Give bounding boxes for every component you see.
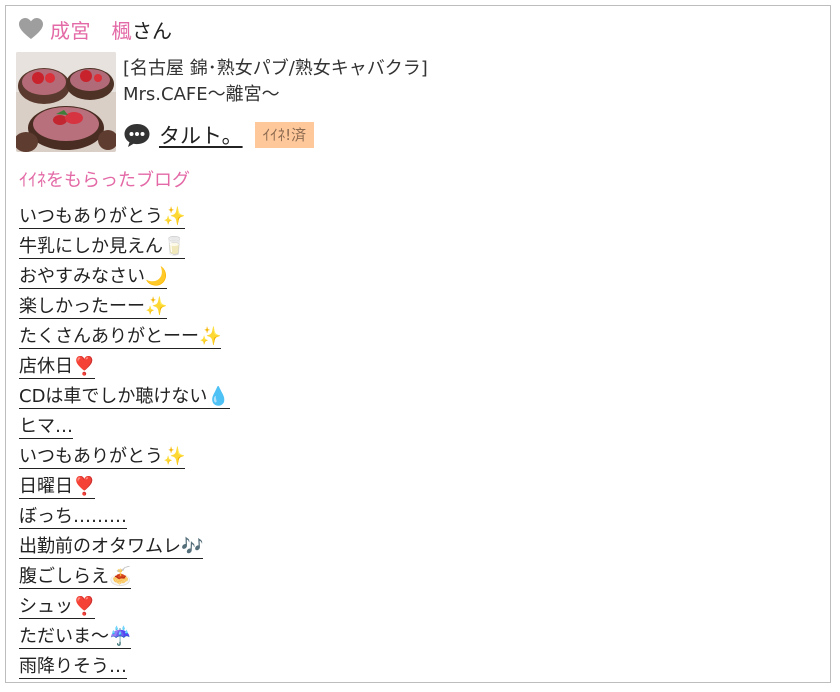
blog-link[interactable]: いつもありがとう✨	[19, 446, 186, 469]
list-item: 日曜日❣️	[19, 472, 230, 502]
list-item: 腹ごしらえ🍝	[19, 562, 230, 592]
blog-link[interactable]: いつもありがとう✨	[19, 206, 186, 229]
blog-link[interactable]: 日曜日❣️	[19, 476, 96, 499]
blog-link[interactable]: ただいま〜☔️	[19, 626, 132, 649]
list-item: 牛乳にしか見えん🥛	[19, 232, 230, 262]
blog-link[interactable]: たくさんありがとーー✨	[19, 326, 222, 349]
list-item: 雨降りそう…	[19, 652, 230, 682]
blog-list: いつもありがとう✨ 牛乳にしか見えん🥛 おやすみなさい🌙 楽しかったーー✨ たく…	[19, 202, 230, 682]
list-item: ぼっち………	[19, 502, 230, 532]
user-honorific: さん	[132, 18, 172, 43]
blog-link[interactable]: おやすみなさい🌙	[19, 266, 168, 289]
blog-link[interactable]: 腹ごしらえ🍝	[19, 566, 132, 589]
blog-link[interactable]: CDは車でしか聴けない💧	[19, 386, 230, 409]
blog-link[interactable]: ぼっち………	[19, 506, 127, 529]
like-card: 成宮 楓 さん [名古屋 錦･熟女パブ/熟女キャバクラ] Mrs.CAFE〜離宮…	[5, 5, 831, 683]
list-item: CDは車でしか聴けない💧	[19, 382, 230, 412]
liker-row: タルト。 ｲｲﾈ!済	[123, 120, 315, 150]
blog-link[interactable]: 雨降りそう…	[19, 656, 127, 679]
blog-link[interactable]: 出勤前のオタワムレ🎶	[19, 536, 204, 559]
list-item: いつもありがとう✨	[19, 442, 230, 472]
speech-bubble-icon	[124, 124, 150, 147]
blog-link[interactable]: ヒマ…	[19, 416, 73, 439]
list-item: ヒマ…	[19, 412, 230, 442]
blog-link[interactable]: 店休日❣️	[19, 356, 96, 379]
list-item: シュッ❣️	[19, 592, 230, 622]
shop-name[interactable]: Mrs.CAFE〜離宮〜	[123, 82, 428, 108]
user-header: 成宮 楓 さん	[18, 14, 172, 44]
list-item: たくさんありがとーー✨	[19, 322, 230, 352]
blog-link[interactable]: シュッ❣️	[19, 596, 96, 619]
shop-category: [名古屋 錦･熟女パブ/熟女キャバクラ]	[123, 58, 428, 79]
list-item: ただいま〜☔️	[19, 622, 230, 652]
blog-link[interactable]: 牛乳にしか見えん🥛	[19, 236, 186, 259]
liked-badge: ｲｲﾈ!済	[254, 122, 315, 148]
list-item: いつもありがとう✨	[19, 202, 230, 232]
shop-block: [名古屋 錦･熟女パブ/熟女キャバクラ] Mrs.CAFE〜離宮〜 タルト。 ｲ…	[16, 52, 816, 152]
section-title: ｲｲﾈをもらったブログ	[19, 170, 190, 191]
blog-link[interactable]: 楽しかったーー✨	[19, 296, 168, 319]
shop-info: [名古屋 錦･熟女パブ/熟女キャバクラ] Mrs.CAFE〜離宮〜	[123, 56, 428, 108]
list-item: 楽しかったーー✨	[19, 292, 230, 322]
shop-thumbnail[interactable]	[16, 52, 116, 152]
list-item: 出勤前のオタワムレ🎶	[19, 532, 230, 562]
list-item: おやすみなさい🌙	[19, 262, 230, 292]
tart-photo	[16, 52, 116, 152]
heart-icon	[19, 18, 43, 39]
liker-name-link[interactable]: タルト。	[159, 120, 243, 150]
list-item: 店休日❣️	[19, 352, 230, 382]
user-name[interactable]: 成宮 楓	[50, 15, 132, 44]
